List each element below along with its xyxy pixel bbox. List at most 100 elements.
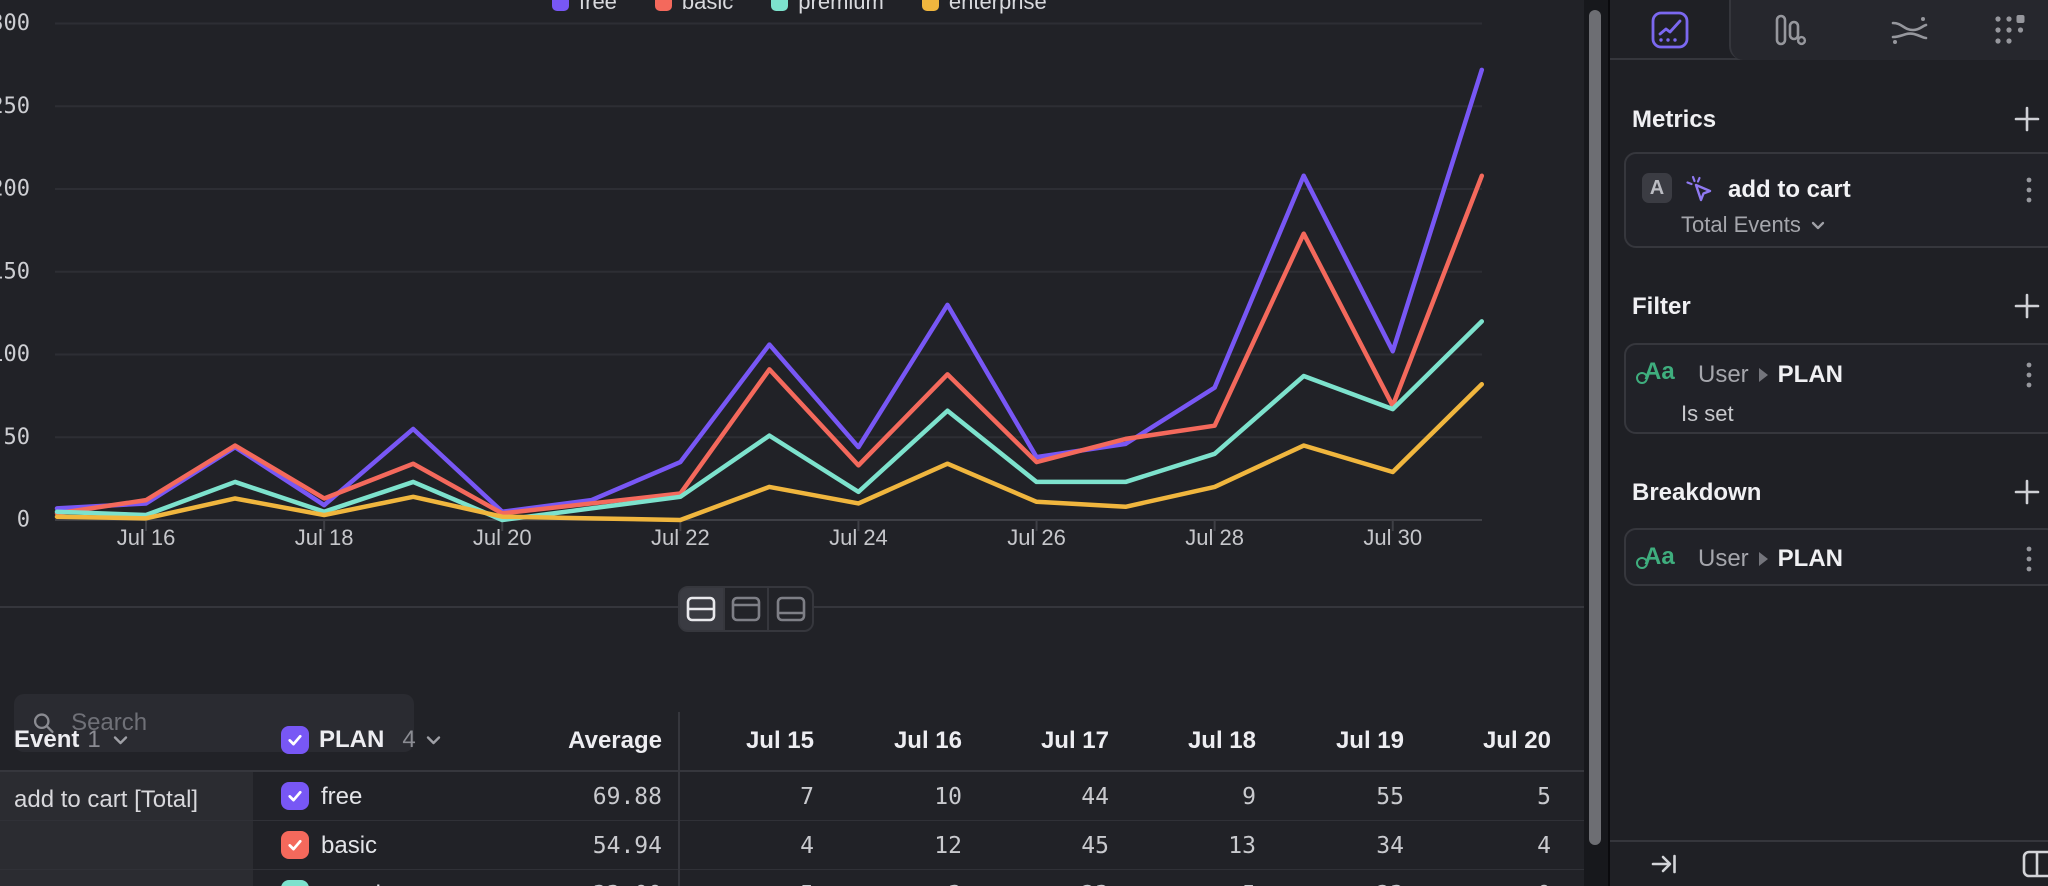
svg-text:Jul 22: Jul 22 <box>651 525 710 550</box>
metric-event-name: add to cart <box>1728 176 1851 204</box>
table-cell: 4 <box>694 833 814 859</box>
free-checkbox[interactable] <box>281 782 309 810</box>
property-label: PLAN <box>1778 545 1843 573</box>
svg-text:250: 250 <box>0 94 30 119</box>
query-sidebar: Metrics A add to cart Total Events Filte <box>1608 0 2048 886</box>
collapse-sidebar-button[interactable] <box>1650 851 1678 882</box>
plan-count: 4 <box>402 726 415 754</box>
table-cell: 12 <box>842 833 962 859</box>
filter-heading: Filter <box>1632 293 1691 321</box>
table-cell: 55 <box>1284 784 1404 810</box>
line-chart: 050100150200250300Jul 16Jul 18Jul 20Jul … <box>0 0 1584 558</box>
legend-item-premium[interactable]: premium <box>771 0 884 15</box>
table-cell: 3 <box>842 882 962 886</box>
date-header: Jul 18 <box>1136 727 1256 755</box>
text-property-icon: Aa <box>1644 358 1675 386</box>
entity-label: User <box>1698 545 1749 573</box>
plan-column-dropdown[interactable]: PLAN 4 <box>281 710 441 770</box>
average-value: 33.00 <box>462 882 662 886</box>
svg-text:Jul 24: Jul 24 <box>829 525 888 550</box>
metric-options-kebab[interactable] <box>2026 176 2032 209</box>
date-header: Jul 19 <box>1284 727 1404 755</box>
legend-item-enterprise[interactable]: enterprise <box>922 0 1047 15</box>
measure-dropdown[interactable]: Total Events <box>1681 212 1825 238</box>
filter-property[interactable]: User PLAN <box>1698 361 1843 389</box>
layout-chart-bottom-button[interactable] <box>769 588 812 630</box>
layout-chart-top-button[interactable] <box>725 588 770 630</box>
plan-label: free <box>321 783 362 811</box>
basic-swatch <box>655 0 672 11</box>
sidebar-tabbar <box>1610 0 2048 60</box>
chevron-down-icon <box>426 735 441 745</box>
tab-bar-chart[interactable] <box>1729 0 1848 60</box>
date-header: Jul 20 <box>1431 727 1551 755</box>
legend-label: premium <box>798 0 884 15</box>
table-cell: 4 <box>1431 833 1551 859</box>
tab-flows[interactable] <box>1849 0 1968 60</box>
add-filter-button[interactable] <box>2012 291 2042 326</box>
filter-options-kebab[interactable] <box>2026 361 2032 394</box>
tab-insights[interactable] <box>1610 0 1729 60</box>
tab-more-apps[interactable] <box>1969 0 2048 60</box>
free-swatch <box>552 0 569 11</box>
kebab-icon <box>2026 176 2032 204</box>
svg-text:50: 50 <box>4 425 31 450</box>
metrics-heading: Metrics <box>1632 106 1716 134</box>
table-cell: 10 <box>842 784 962 810</box>
metric-letter-badge: A <box>1642 173 1672 203</box>
premium-checkbox[interactable] <box>281 880 309 886</box>
scrollbar-track <box>1584 0 1608 886</box>
insights-line-chart-icon <box>1650 10 1690 50</box>
table-cell: 0 <box>1431 882 1551 886</box>
breakdown-card[interactable]: Aa User PLAN <box>1624 528 2048 586</box>
scrollbar-thumb[interactable] <box>1589 10 1601 845</box>
basic-checkbox[interactable] <box>281 831 309 859</box>
plan-select-all-checkbox[interactable] <box>281 726 309 754</box>
svg-text:100: 100 <box>0 342 30 367</box>
add-metric-button[interactable] <box>2012 104 2042 139</box>
sidebar-bottom-bar <box>1610 840 2048 886</box>
breadcrumb-arrow-icon <box>1759 368 1768 382</box>
average-value: 69.88 <box>462 784 662 810</box>
date-header: Jul 16 <box>842 727 962 755</box>
table-row: basic 54.94 4 12 45 13 34 4 <box>0 821 1584 870</box>
svg-text:200: 200 <box>0 177 30 202</box>
plan-label: basic <box>321 832 377 860</box>
legend-label: enterprise <box>949 0 1047 15</box>
add-breakdown-button[interactable] <box>2012 477 2042 512</box>
event-column-dropdown[interactable]: Event 1 <box>14 710 128 770</box>
split-rows-icon <box>686 596 716 622</box>
chart-bottom-icon <box>776 596 806 622</box>
layout-split-rows-button[interactable] <box>680 588 725 630</box>
check-icon <box>286 731 304 749</box>
legend-item-free[interactable]: free <box>552 0 617 15</box>
table-cell: 23 <box>989 882 1109 886</box>
filter-card[interactable]: Aa User PLAN Is set <box>1624 343 2048 434</box>
chevron-down-icon <box>1811 221 1825 230</box>
plus-icon <box>2012 291 2042 321</box>
breakdown-options-kebab[interactable] <box>2026 545 2032 578</box>
text-property-icon: Aa <box>1644 543 1675 571</box>
table-cell: 7 <box>694 784 814 810</box>
event-header-label: Event <box>14 726 79 754</box>
arrow-to-right-icon <box>1650 851 1678 877</box>
svg-text:Jul 26: Jul 26 <box>1007 525 1066 550</box>
bar-chart-icon <box>1769 10 1809 50</box>
svg-text:Jul 28: Jul 28 <box>1185 525 1244 550</box>
legend-item-basic[interactable]: basic <box>655 0 733 15</box>
svg-text:0: 0 <box>17 508 30 533</box>
table-row: free 69.88 7 10 44 9 55 5 <box>0 772 1584 821</box>
premium-swatch <box>771 0 788 11</box>
breakdown-property[interactable]: User PLAN <box>1698 545 1843 573</box>
date-header: Jul 17 <box>989 727 1109 755</box>
panel-layout-button[interactable] <box>2022 850 2048 883</box>
plan-label: premium <box>321 881 414 886</box>
filter-operator[interactable]: Is set <box>1681 401 1734 427</box>
svg-text:300: 300 <box>0 11 30 36</box>
date-header: Jul 15 <box>694 727 814 755</box>
table-cell: 23 <box>1284 882 1404 886</box>
metric-card[interactable]: A add to cart Total Events <box>1624 152 2048 248</box>
enterprise-swatch <box>922 0 939 11</box>
legend-label: free <box>579 0 617 15</box>
svg-text:Jul 20: Jul 20 <box>473 525 532 550</box>
